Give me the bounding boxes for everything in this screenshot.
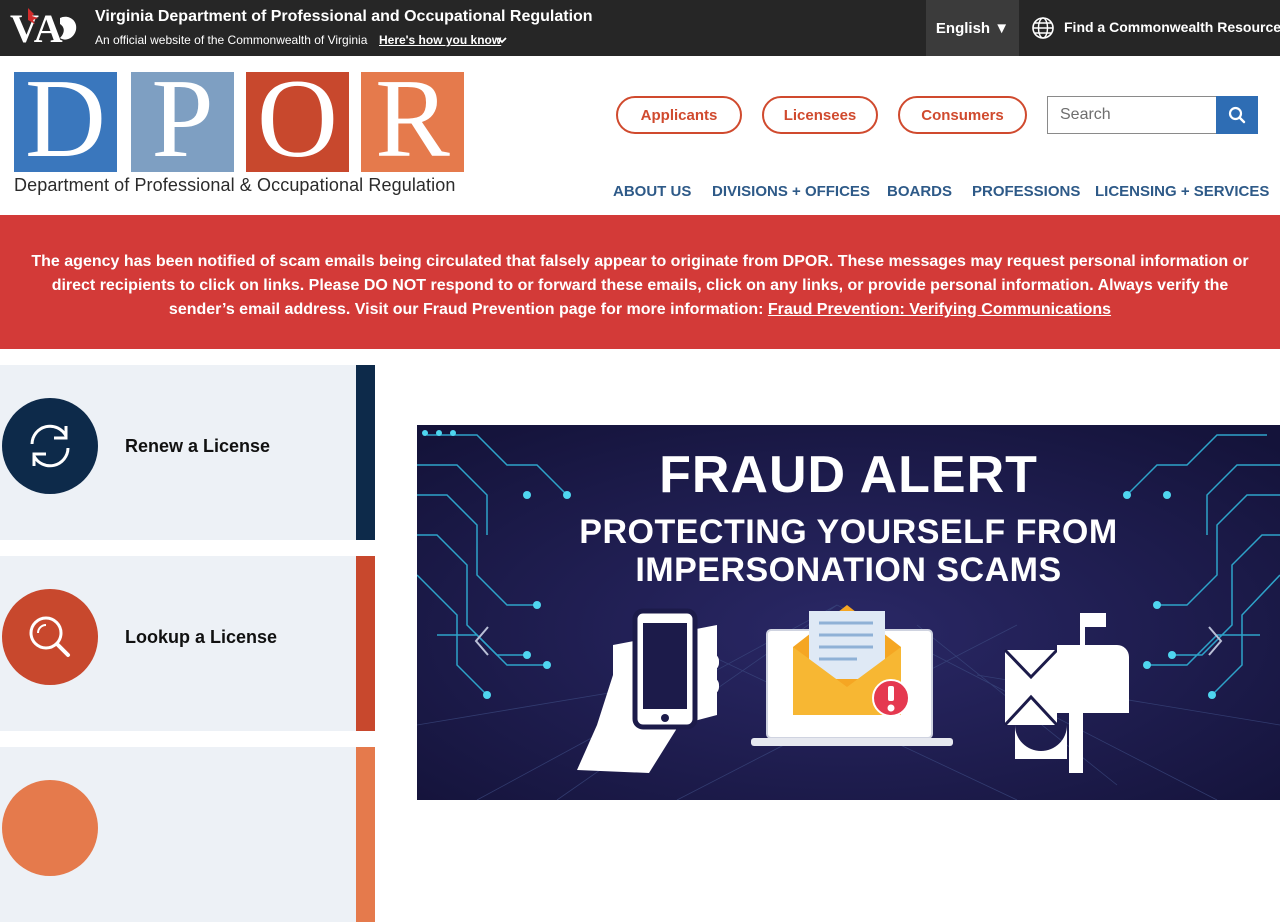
nav-about-us[interactable]: ABOUT US [613, 183, 691, 200]
applicants-button[interactable]: Applicants [616, 96, 742, 134]
card-accent-bar [356, 747, 375, 922]
nav-professions[interactable]: PROFESSIONS [972, 183, 1080, 200]
virginia-logo-icon[interactable]: VA [8, 4, 84, 48]
carousel-subtitle-line-1: PROTECTING YOURSELF FROM [579, 513, 1118, 551]
logo-letter: P [151, 70, 213, 181]
nav-licensing-services[interactable]: LICENSING + SERVICES [1095, 183, 1269, 200]
renew-license-label: Renew a License [125, 436, 271, 456]
agency-name: Virginia Department of Professional and … [95, 8, 593, 25]
nav-divisions-offices[interactable]: DIVISIONS + OFFICES [712, 183, 870, 200]
find-resource-button[interactable]: Find a Commonwealth Resource [1020, 0, 1280, 56]
card-accent-bar [356, 556, 375, 731]
carousel-subtitle-line-2: IMPERSONATION SCAMS [635, 551, 1062, 589]
carousel-title: FRAUD ALERT [659, 446, 1038, 504]
fraud-prevention-link[interactable]: Fraud Prevention: Verifying Communicatio… [768, 301, 1111, 318]
globe-icon [1032, 17, 1054, 39]
circle-icon [2, 780, 98, 876]
logo-letter: O [257, 70, 338, 181]
chevron-down-icon[interactable] [496, 34, 508, 46]
logo-block-p: P [131, 70, 234, 181]
lookup-circle [2, 589, 98, 685]
svg-text:VA: VA [10, 6, 63, 48]
licensees-button[interactable]: Licensees [762, 96, 878, 134]
carousel-prev-arrow-icon[interactable] [470, 625, 494, 657]
logo-letter: D [25, 70, 106, 181]
language-selector[interactable]: English ▼ [926, 0, 1019, 56]
third-quick-link-card[interactable] [0, 747, 375, 922]
logo-block-d: D [14, 70, 117, 181]
dpor-tagline: Department of Professional & Occupationa… [14, 175, 456, 195]
carousel-subtitle: PROTECTING YOURSELF FROM IMPERSONATION S… [417, 513, 1280, 589]
magnifier-icon [29, 616, 70, 657]
card-accent-bar [356, 365, 375, 540]
renew-circle [2, 398, 98, 494]
language-label: English ▼ [935, 19, 1010, 37]
lookup-license-card[interactable]: Lookup a License [0, 556, 375, 731]
logo-letter: R [375, 70, 450, 181]
search-input[interactable] [1047, 96, 1217, 134]
logo-block-o: O [246, 70, 349, 181]
refresh-icon [30, 424, 70, 468]
lookup-license-label: Lookup a License [125, 627, 278, 647]
nav-boards[interactable]: BOARDS [887, 183, 952, 200]
scam-alert-banner: The agency has been notified of scam ema… [0, 215, 1280, 349]
official-website-text: An official website of the Commonwealth … [95, 33, 368, 47]
heres-how-you-know-link[interactable]: Here's how you know [379, 33, 501, 47]
renew-license-card[interactable]: Renew a License [0, 365, 375, 540]
carousel-next-arrow-icon[interactable] [1203, 625, 1227, 657]
fraud-alert-carousel[interactable]: FRAUD ALERT PROTECTING YOURSELF FROM IMP… [417, 425, 1280, 800]
consumers-button[interactable]: Consumers [898, 96, 1027, 134]
official-banner: VA Virginia Department of Professional a… [0, 0, 1280, 56]
logo-block-r: R [361, 70, 464, 181]
find-resource-label: Find a Commonwealth Resource [1064, 19, 1280, 35]
search-icon [1228, 106, 1246, 124]
search-button[interactable] [1216, 96, 1258, 134]
